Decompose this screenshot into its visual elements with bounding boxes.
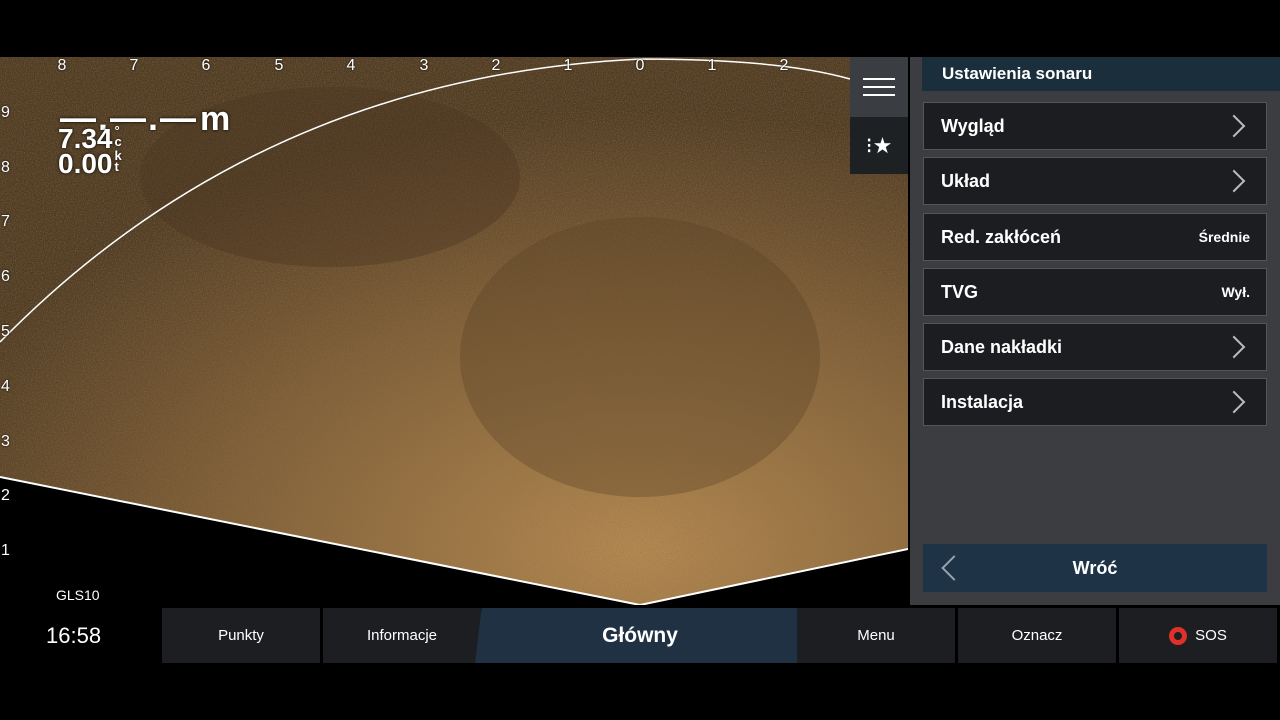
tab-label: Menu	[857, 627, 895, 644]
chevron-right-icon	[1222, 169, 1246, 193]
sonar-image	[0, 57, 908, 605]
scale-tick: 4	[1, 378, 10, 395]
sonar-source-label: GLS10	[56, 587, 100, 603]
scale-tick: 7	[129, 57, 139, 74]
menu-item-label: Red. zakłóceń	[941, 226, 1062, 247]
speed-value: 0.00	[58, 148, 113, 179]
panel-title: Ustawienia sonaru	[942, 64, 1093, 83]
scale-tick: 8	[1, 159, 10, 176]
depth-unit: m	[200, 100, 233, 138]
scale-tick: 3	[419, 57, 429, 74]
scale-tick: 5	[1, 323, 10, 340]
speed-unit: kt	[114, 148, 122, 174]
sonar-view[interactable]: 8 7 6 5 4 3 2 1 0 1 2 9 8 7 6 5 4 3 2 1 …	[0, 57, 908, 605]
chevron-right-icon	[1222, 114, 1246, 138]
scale-tick: 2	[1, 487, 10, 504]
lifebuoy-icon	[1169, 626, 1188, 645]
scale-tick: 6	[201, 57, 211, 74]
hamburger-icon	[863, 78, 895, 96]
tab-waypoints[interactable]: Punkty	[162, 608, 320, 663]
scale-tick: 0	[635, 57, 645, 74]
tab-mark[interactable]: Oznacz	[958, 608, 1116, 663]
speed-readout: 0.00 kt	[58, 148, 125, 179]
scale-tick: 2	[779, 57, 789, 74]
back-button-label: Wróć	[1072, 557, 1118, 578]
menu-item-value: Średnie	[1198, 229, 1250, 245]
tab-label: Punkty	[218, 627, 264, 644]
menu-item-label: Instalacja	[941, 391, 1024, 412]
menu-item-label: Wygląd	[941, 115, 1005, 136]
menu-button[interactable]	[850, 57, 908, 117]
favorites-star-icon: ⁝★	[865, 132, 893, 158]
menu-item-label: Dane nakładki	[941, 336, 1063, 357]
menu-item-label: TVG	[941, 281, 979, 302]
menu-item-label: Układ	[941, 170, 991, 191]
clock: 16:58	[46, 623, 102, 648]
menu-item-tvg[interactable]: TVG Wył.	[923, 268, 1267, 316]
menu-item-appearance[interactable]: Wygląd	[923, 102, 1267, 150]
scale-tick: 8	[57, 57, 67, 74]
menu-item-noise-reduction[interactable]: Red. zakłóceń Średnie	[923, 213, 1267, 261]
scale-tick: 4	[346, 57, 356, 74]
tab-label: Główny	[602, 623, 678, 647]
favorites-button[interactable]: ⁝★	[850, 117, 908, 174]
menu-item-overlay-data[interactable]: Dane nakładki	[923, 323, 1267, 371]
chevron-right-icon	[1222, 390, 1246, 414]
scale-tick: 2	[491, 57, 501, 74]
scale-tick: 1	[1, 542, 10, 559]
tab-label: SOS	[1195, 627, 1227, 644]
bottom-bar: 16:58 Punkty Informacje Główny Menu Ozna…	[0, 605, 1280, 663]
scale-tick: 7	[1, 213, 10, 230]
water-temp-unit: °c	[114, 123, 122, 149]
scale-tick: 3	[1, 433, 10, 450]
tab-info[interactable]: Informacje	[323, 608, 481, 663]
tab-home[interactable]: Główny	[475, 608, 805, 663]
tab-sos[interactable]: SOS	[1119, 608, 1277, 663]
tab-label: Oznacz	[1011, 627, 1063, 644]
scale-tick: 1	[563, 57, 573, 74]
chevron-right-icon	[1222, 335, 1246, 359]
scale-tick: 5	[274, 57, 284, 74]
menu-item-installation[interactable]: Instalacja	[923, 378, 1267, 426]
panel-header: Ustawienia sonaru	[922, 57, 1280, 91]
tab-label: Informacje	[366, 627, 438, 644]
tab-menu[interactable]: Menu	[797, 608, 955, 663]
scale-tick: 6	[1, 268, 10, 285]
menu-item-layout[interactable]: Układ	[923, 157, 1267, 205]
back-button[interactable]: Wróć	[923, 544, 1267, 592]
scale-tick: 9	[1, 104, 10, 121]
sonar-settings-panel: Ustawienia sonaru Wygląd Układ Red. zakł…	[910, 57, 1280, 605]
menu-item-value: Wył.	[1221, 284, 1250, 300]
scale-tick: 1	[707, 57, 717, 74]
